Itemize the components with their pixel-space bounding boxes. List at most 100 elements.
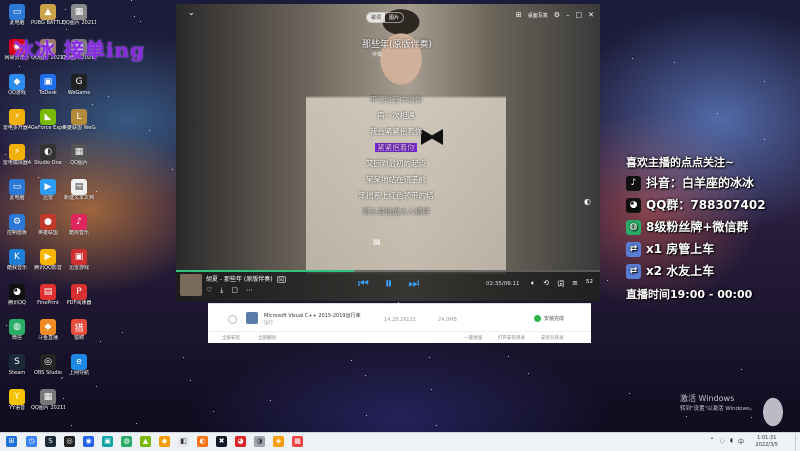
heart-icon[interactable]: ♡: [206, 286, 212, 295]
ime-indicator[interactable]: 中: [738, 437, 744, 446]
desktop-icon[interactable]: G WeGame: [64, 74, 94, 96]
desktop-icon[interactable]: L英雄联盟 WeGame版: [62, 109, 96, 131]
desktop-icon[interactable]: ▲PUBG BATTLEGR...: [31, 4, 65, 26]
taskbar-app-icon[interactable]: ▲: [140, 436, 151, 447]
desktop-icon[interactable]: ◕ 腾讯QQ: [2, 284, 32, 306]
taskbar-app-icon[interactable]: S: [45, 436, 56, 447]
tab-lyrics[interactable]: 歌词: [367, 13, 386, 22]
playback-progress-bar[interactable]: [176, 270, 600, 272]
next-icon[interactable]: ⏭: [408, 276, 419, 291]
download-icon[interactable]: ⤓: [220, 286, 223, 295]
desktop-icon[interactable]: ◆ QQ游戏: [2, 74, 32, 96]
star: [508, 356, 509, 357]
desktop-icon[interactable]: ⚡ 雷电多开器4: [2, 109, 32, 131]
install-all-button[interactable]: 全部安装: [222, 335, 240, 341]
desktop-icon[interactable]: ▤ 新建文本文档: [64, 179, 94, 201]
desktop-icon[interactable]: ◆ 斗鱼直播: [33, 319, 63, 341]
desktop-icon[interactable]: K 酷我音乐: [2, 249, 32, 271]
delete-all-button[interactable]: 全部删除: [258, 335, 276, 341]
star: [172, 169, 173, 170]
settings-icon[interactable]: ⚙: [554, 11, 560, 19]
star: [436, 425, 437, 426]
desktop-icon[interactable]: P PDF阅读器: [64, 284, 94, 306]
desktop-icon[interactable]: ▦QQ图片 2021121...: [62, 4, 96, 26]
lyrics-photo-toggle[interactable]: 歌词 图片: [366, 12, 405, 23]
clean-button[interactable]: 一键清理: [464, 335, 482, 341]
taskbar-app-icon[interactable]: ◎: [64, 436, 75, 447]
row-checkbox[interactable]: [228, 315, 237, 324]
star: [674, 62, 675, 63]
lyrics-toggle-icon[interactable]: ◐: [584, 197, 591, 206]
lyrics-copy-icon[interactable]: ▤: [373, 237, 381, 246]
playlist-icon[interactable]: ≡: [572, 279, 578, 289]
desktop-icon[interactable]: ▭ 此电脑: [2, 4, 32, 26]
open-install-dir-button[interactable]: 打开安装目录: [498, 335, 525, 341]
desktop-icon-label: QQ图片: [70, 160, 88, 166]
network-icon[interactable]: ◌: [720, 437, 725, 446]
close-icon[interactable]: ✕: [588, 11, 594, 19]
music-player-window[interactable]: ⌄ 歌词 图片 ⊞ 桌面写真 ⚙ – □ ✕ 那些年(原版伴奏) 伴奏 平行时空…: [176, 4, 600, 301]
minimize-icon[interactable]: –: [566, 11, 570, 19]
lyrics-word-icon[interactable]: 词: [557, 279, 564, 289]
installer-footer: 全部安装 全部删除 一键清理 打开安装目录 安装包目录: [208, 331, 591, 344]
desktop-icon[interactable]: S Steam: [2, 354, 32, 376]
desktop-icon[interactable]: ◎ OBS Studio: [33, 354, 63, 376]
lyric-line: 将头发梳成大人模样: [326, 204, 466, 220]
desktop-icon[interactable]: ▦QQ图片 2021120...: [31, 389, 65, 411]
pause-icon[interactable]: ⏸: [385, 274, 393, 292]
package-dir-button[interactable]: 安装包目录: [541, 335, 564, 341]
tray-chevron-icon[interactable]: ⌃: [710, 437, 715, 446]
taskbar-app-icon[interactable]: ◍: [121, 436, 132, 447]
show-desktop-button[interactable]: [795, 433, 800, 451]
loop-icon[interactable]: ⟲: [543, 279, 549, 289]
star: [136, 423, 137, 424]
desktop-icon[interactable]: ⚙ 控制面板: [2, 214, 32, 236]
desktop-icon[interactable]: ▤ FinePrint: [33, 284, 63, 306]
desktop-icon[interactable]: ▶ 腾讯QQ影音: [33, 249, 63, 271]
taskbar-app-icon[interactable]: ◧: [178, 436, 189, 447]
taskbar-app-icon[interactable]: ▦: [292, 436, 303, 447]
desktop-icon[interactable]: 猎猎聘: [64, 319, 94, 341]
taskbar-app-icon[interactable]: ◆: [159, 436, 170, 447]
taskbar-app-icon[interactable]: ◑: [254, 436, 265, 447]
desktop-icon[interactable]: ▭ 此电脑: [2, 179, 32, 201]
volume-tray-icon[interactable]: ◖: [730, 437, 733, 446]
star: [140, 21, 141, 22]
desktop-icon[interactable]: ♪ 酷狗音乐: [64, 214, 94, 236]
desktop-icon[interactable]: ▦ QQ图片: [64, 144, 94, 166]
taskbar-app-icon[interactable]: ◉: [83, 436, 94, 447]
desktop-icon[interactable]: e 上网导航: [64, 354, 94, 376]
taskbar-app-icon[interactable]: ◷: [26, 436, 37, 447]
taskbar-app-icon[interactable]: ▣: [102, 436, 113, 447]
taskbar-app-icon[interactable]: ✖: [216, 436, 227, 447]
desktop-photo-label[interactable]: 桌面写真: [528, 12, 548, 19]
desktop-icon[interactable]: ▣ ToDesk: [33, 74, 63, 96]
taskbar-app-icon[interactable]: ◐: [197, 436, 208, 447]
info-line: ◍ 8级粉丝牌+微信群: [626, 216, 800, 238]
album-thumbnail[interactable]: [180, 274, 202, 296]
maximize-icon[interactable]: □: [576, 11, 583, 19]
desktop-icon[interactable]: ◐ Studio One: [33, 144, 63, 166]
desktop-icon[interactable]: ◣GeForce Experience: [31, 109, 65, 131]
comment-icon[interactable]: ▢: [231, 286, 238, 295]
volume-icon[interactable]: 🔈︎: [531, 279, 535, 289]
desktop-icon[interactable]: ● 英雄联盟: [33, 214, 63, 236]
start-icon[interactable]: ⊞: [6, 436, 17, 447]
desktop-icon[interactable]: ▶ 迅雷: [33, 179, 63, 201]
desktop-icon[interactable]: ◍ 微信: [2, 319, 32, 341]
desktop-photo-icon[interactable]: ⊞: [516, 11, 522, 19]
chevron-down-icon[interactable]: ⌄: [188, 8, 195, 17]
installer-row[interactable]: Microsoft Visual C++ 2015-2019运行库 运行 14.…: [208, 306, 591, 328]
desktop-icon[interactable]: ▣ 迅雷游戏: [64, 249, 94, 271]
tab-photo[interactable]: 图片: [385, 13, 403, 22]
desktop-icon[interactable]: ⚡ 雷电模拟器4: [2, 144, 32, 166]
player-titlebar[interactable]: ⌄ 歌词 图片 ⊞ 桌面写真 ⚙ – □ ✕: [176, 4, 600, 24]
taskbar-clock[interactable]: 1:01:31 2022/3/5: [756, 435, 778, 449]
lyric-text: 又回到最初的起点: [366, 159, 426, 168]
previous-icon[interactable]: ⏮: [358, 276, 369, 291]
taskbar-app-icon[interactable]: ◕: [235, 436, 246, 447]
taskbar-app-icon[interactable]: ◈: [273, 436, 284, 447]
more-icon[interactable]: ⋯: [246, 286, 253, 295]
info-line: 喜欢主播的点点关注~: [626, 154, 800, 172]
desktop-icon[interactable]: Y YY语音: [2, 389, 32, 411]
